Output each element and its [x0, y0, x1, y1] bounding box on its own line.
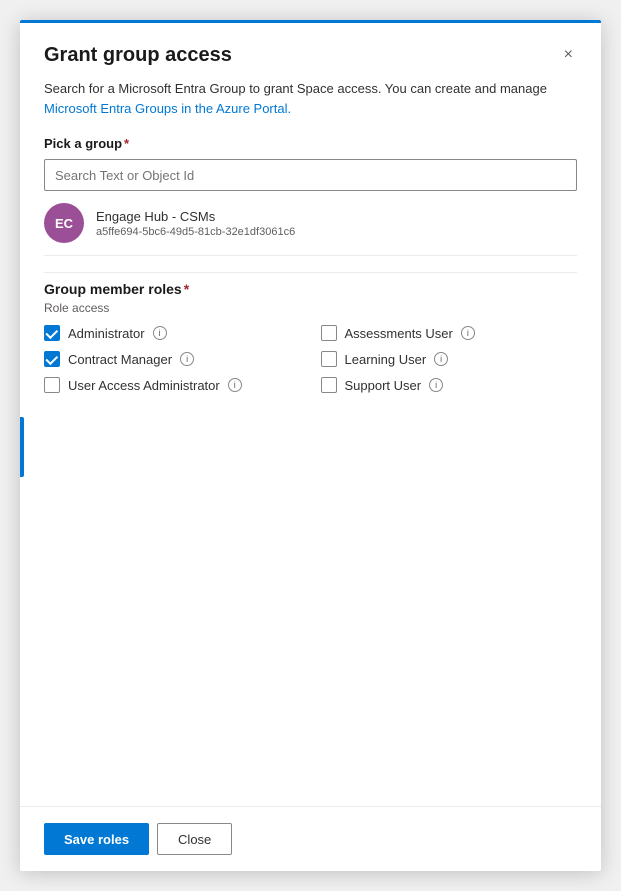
group-info: Engage Hub - CSMs a5ffe694-5bc6-49d5-81c… [96, 209, 295, 238]
info-icon-user-access-administrator[interactable]: i [228, 378, 242, 392]
azure-portal-link[interactable]: Microsoft Entra Groups in the Azure Port… [44, 101, 291, 116]
roles-label-text: Group member roles [44, 281, 182, 297]
pick-group-text: Pick a group [44, 136, 122, 151]
role-item-contract-manager: Contract Manager i [44, 351, 301, 367]
role-label-support-user: Support User [345, 378, 422, 393]
checkbox-user-access-administrator[interactable] [44, 377, 60, 393]
modal-body: Search for a Microsoft Entra Group to gr… [20, 79, 601, 806]
checkbox-contract-manager[interactable] [44, 351, 60, 367]
pick-group-label: Pick a group* [44, 136, 577, 151]
group-item[interactable]: EC Engage Hub - CSMs a5ffe694-5bc6-49d5-… [44, 191, 577, 256]
roles-required-star: * [184, 281, 189, 297]
divider [44, 272, 577, 273]
group-initials: EC [55, 216, 73, 231]
group-name: Engage Hub - CSMs [96, 209, 295, 224]
role-label-assessments-user: Assessments User [345, 326, 453, 341]
info-icon-support-user[interactable]: i [429, 378, 443, 392]
checkbox-support-user[interactable] [321, 377, 337, 393]
modal-footer: Save roles Close [20, 806, 601, 871]
group-avatar: EC [44, 203, 84, 243]
checkbox-assessments-user[interactable] [321, 325, 337, 341]
required-star: * [124, 136, 129, 151]
role-item-user-access-administrator: User Access Administrator i [44, 377, 301, 393]
roles-section-label: Group member roles* [44, 281, 577, 297]
info-icon-contract-manager[interactable]: i [180, 352, 194, 366]
checkbox-administrator[interactable] [44, 325, 60, 341]
role-access-label: Role access [44, 301, 577, 315]
role-label-learning-user: Learning User [345, 352, 427, 367]
checkbox-learning-user[interactable] [321, 351, 337, 367]
close-footer-button[interactable]: Close [157, 823, 232, 855]
group-id: a5ffe694-5bc6-49d5-81cb-32e1df3061c6 [96, 226, 295, 238]
role-item-learning-user: Learning User i [321, 351, 578, 367]
grant-group-access-modal: Grant group access × Search for a Micros… [20, 20, 601, 871]
modal-header: Grant group access × [20, 23, 601, 79]
left-accent [20, 417, 24, 477]
role-item-support-user: Support User i [321, 377, 578, 393]
info-icon-administrator[interactable]: i [153, 326, 167, 340]
roles-grid: Administrator i Assessments User i Contr… [44, 325, 577, 393]
info-icon-learning-user[interactable]: i [434, 352, 448, 366]
save-roles-button[interactable]: Save roles [44, 823, 149, 855]
role-label-contract-manager: Contract Manager [68, 352, 172, 367]
info-icon-assessments-user[interactable]: i [461, 326, 475, 340]
close-button[interactable]: × [560, 43, 577, 67]
description-main: Search for a Microsoft Entra Group to gr… [44, 81, 547, 96]
role-label-administrator: Administrator [68, 326, 145, 341]
role-item-assessments-user: Assessments User i [321, 325, 578, 341]
search-input[interactable] [44, 159, 577, 191]
modal-title: Grant group access [44, 44, 232, 67]
description-text: Search for a Microsoft Entra Group to gr… [44, 79, 577, 118]
role-item-administrator: Administrator i [44, 325, 301, 341]
role-label-user-access-administrator: User Access Administrator [68, 378, 220, 393]
